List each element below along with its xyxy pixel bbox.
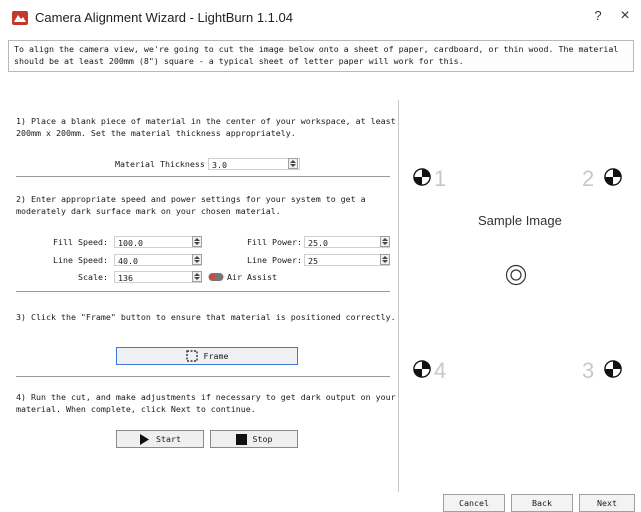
fill-power-spin-icon[interactable]: [380, 236, 390, 247]
registration-target-icon: [604, 168, 622, 186]
stop-button[interactable]: Stop: [210, 430, 298, 448]
target-label-2: 2: [582, 166, 595, 191]
material-thickness-label: Material Thickness: [115, 159, 205, 169]
registration-target-icon: [413, 168, 431, 186]
step1-instructions: 1) Place a blank piece of material in th…: [16, 116, 396, 139]
intro-line-2: should be at least 200mm (8") square - a…: [14, 55, 464, 66]
window-title: Camera Alignment Wizard - LightBurn 1.1.…: [35, 10, 293, 25]
line-power-spin-icon[interactable]: [380, 254, 390, 265]
step4-line-2: material. When complete, click Next to c…: [16, 403, 256, 414]
step4-instructions: 4) Run the cut, and make adjustments if …: [16, 392, 396, 415]
close-button[interactable]: ×: [616, 7, 634, 27]
line-speed-field[interactable]: 40.0: [114, 254, 202, 266]
fill-speed-spin-icon[interactable]: [192, 236, 202, 247]
intro-line-1: To align the camera view, we're going to…: [14, 44, 619, 54]
scale-field[interactable]: 136: [114, 271, 202, 283]
air-assist-label: Air Assist: [227, 272, 277, 282]
step2-separator: [16, 291, 390, 292]
step2-instructions: 2) Enter appropriate speed and power set…: [16, 194, 366, 217]
step4-line-1: 4) Run the cut, and make adjustments if …: [16, 392, 396, 402]
frame-icon: [185, 350, 198, 362]
registration-target-icon: [604, 360, 622, 378]
frame-button-label: Frame: [203, 351, 229, 361]
intro-text: To align the camera view, we're going to…: [14, 44, 628, 67]
target-label-1: 1: [434, 166, 447, 191]
center-circle-icon: [505, 264, 527, 286]
line-power-label: Line Power:: [247, 255, 302, 265]
step2-line-2: moderately dark surface mark on your cho…: [16, 205, 281, 216]
line-speed-label: Line Speed:: [53, 255, 108, 265]
line-speed-spin-icon[interactable]: [192, 254, 202, 265]
stop-square-icon: [235, 433, 247, 445]
fill-speed-label: Fill Speed:: [53, 237, 108, 247]
target-label-3: 3: [582, 358, 595, 383]
step3-separator: [16, 376, 390, 377]
next-button[interactable]: Next: [579, 494, 635, 512]
scale-spin-icon[interactable]: [192, 271, 202, 282]
line-power-field[interactable]: 25: [304, 254, 390, 266]
start-button[interactable]: Start: [116, 430, 204, 448]
material-thickness-spin-icon[interactable]: [288, 158, 298, 169]
fill-speed-field[interactable]: 100.0: [114, 236, 202, 248]
fill-power-field[interactable]: 25.0: [304, 236, 390, 248]
panel-divider: [398, 100, 399, 492]
target-label-4: 4: [434, 358, 447, 383]
sample-image-title: Sample Image: [478, 213, 562, 228]
air-assist-toggle-icon[interactable]: [208, 272, 224, 282]
lightburn-logo-icon: [12, 11, 28, 25]
play-icon: [140, 433, 149, 445]
registration-target-icon: [413, 360, 431, 378]
cancel-button[interactable]: Cancel: [443, 494, 505, 512]
stop-button-label: Stop: [252, 434, 273, 444]
start-button-label: Start: [156, 434, 181, 444]
scale-label: Scale:: [78, 272, 108, 282]
step1-line-1: 1) Place a blank piece of material in th…: [16, 116, 396, 126]
frame-button[interactable]: Frame: [116, 347, 298, 365]
step1-line-2: 200mm x 200mm. Set the material thicknes…: [16, 127, 296, 138]
step3-instructions: 3) Click the "Frame" button to ensure th…: [16, 312, 396, 322]
step1-separator: [16, 176, 390, 177]
fill-power-label: Fill Power:: [247, 237, 302, 247]
help-button[interactable]: ?: [590, 8, 606, 26]
material-thickness-field[interactable]: 3.0: [208, 158, 300, 170]
step2-line-1: 2) Enter appropriate speed and power set…: [16, 194, 366, 204]
back-button[interactable]: Back: [511, 494, 573, 512]
